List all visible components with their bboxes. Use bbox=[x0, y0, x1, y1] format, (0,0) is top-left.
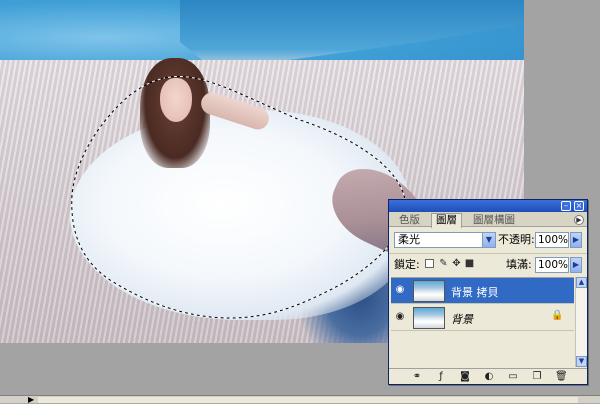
scroll-up-icon[interactable]: ▲ bbox=[576, 277, 587, 288]
tab-layer-comps[interactable]: 圖層構圖 bbox=[469, 214, 519, 227]
layer-list: ◉ 背景 拷貝 ◉ 背景 🔒 bbox=[391, 277, 574, 367]
layers-panel: – × 色版 圖層 圖層構圖 ▶ 柔光 ▼ 不透明: 100% ▶ 鎖定: ✎ … bbox=[388, 199, 588, 385]
adjustment-icon[interactable]: ◐ bbox=[483, 371, 495, 383]
layer-row-background[interactable]: ◉ 背景 🔒 bbox=[391, 305, 574, 331]
blend-mode-select[interactable]: 柔光 ▼ bbox=[394, 232, 496, 248]
tab-channels[interactable]: 色版 bbox=[395, 214, 424, 227]
minimize-icon[interactable]: – bbox=[561, 201, 571, 211]
layer-row-background-copy[interactable]: ◉ 背景 拷貝 bbox=[391, 278, 574, 304]
layer-thumbnail bbox=[413, 280, 445, 302]
opacity-label: 不透明: bbox=[498, 233, 535, 246]
layer-name: 背景 bbox=[451, 313, 473, 326]
link-icon[interactable]: ⚭ bbox=[411, 371, 423, 383]
lock-move-icon[interactable]: ✥ bbox=[451, 258, 462, 270]
layers-scrollbar[interactable]: ▲ ▼ bbox=[575, 277, 587, 367]
eye-icon[interactable]: ◉ bbox=[393, 283, 407, 297]
eye-icon[interactable]: ◉ bbox=[393, 310, 407, 324]
layer-thumbnail bbox=[413, 307, 445, 329]
lock-all-icon[interactable]: ■ bbox=[464, 258, 475, 270]
opacity-slider-icon[interactable]: ▶ bbox=[570, 232, 582, 248]
lock-transparency-icon[interactable] bbox=[425, 259, 434, 268]
lock-icon: 🔒 bbox=[551, 310, 564, 321]
scroll-track[interactable] bbox=[38, 397, 578, 403]
opacity-input[interactable]: 100% bbox=[535, 232, 569, 248]
panel-titlebar[interactable]: – × bbox=[389, 200, 587, 212]
layer-style-icon[interactable]: ƒ bbox=[435, 371, 447, 383]
fill-slider-icon[interactable]: ▶ bbox=[570, 257, 582, 273]
group-folder-icon[interactable]: ▭ bbox=[507, 371, 519, 383]
lock-brush-icon[interactable]: ✎ bbox=[438, 258, 449, 270]
close-icon[interactable]: × bbox=[574, 201, 584, 211]
fill-input[interactable]: 100% bbox=[535, 257, 569, 273]
tab-layers[interactable]: 圖層 bbox=[431, 213, 462, 228]
scroll-down-icon[interactable]: ▼ bbox=[576, 356, 587, 367]
trash-icon[interactable]: 🗑 bbox=[555, 371, 568, 383]
mask-icon[interactable]: ◙ bbox=[459, 371, 471, 383]
lock-row: 鎖定: ✎ ✥ ■ 填滿: 100% ▶ bbox=[389, 253, 587, 275]
horizontal-scrollbar[interactable]: ▶ bbox=[0, 395, 600, 404]
panel-menu-icon[interactable]: ▶ bbox=[574, 215, 584, 225]
new-layer-icon[interactable]: ❐ bbox=[531, 371, 543, 383]
layer-name: 背景 拷貝 bbox=[451, 286, 499, 299]
blend-row: 柔光 ▼ 不透明: 100% ▶ bbox=[389, 229, 587, 251]
blend-mode-value: 柔光 bbox=[398, 233, 420, 246]
panel-bottom-toolbar: ⚭ ƒ ◙ ◐ ▭ ❐ 🗑 bbox=[389, 368, 587, 384]
lock-label: 鎖定: bbox=[394, 258, 420, 271]
chevron-down-icon[interactable]: ▼ bbox=[482, 233, 495, 247]
fill-label: 填滿: bbox=[506, 258, 532, 271]
panel-tabs: 色版 圖層 圖層構圖 ▶ bbox=[389, 212, 587, 228]
